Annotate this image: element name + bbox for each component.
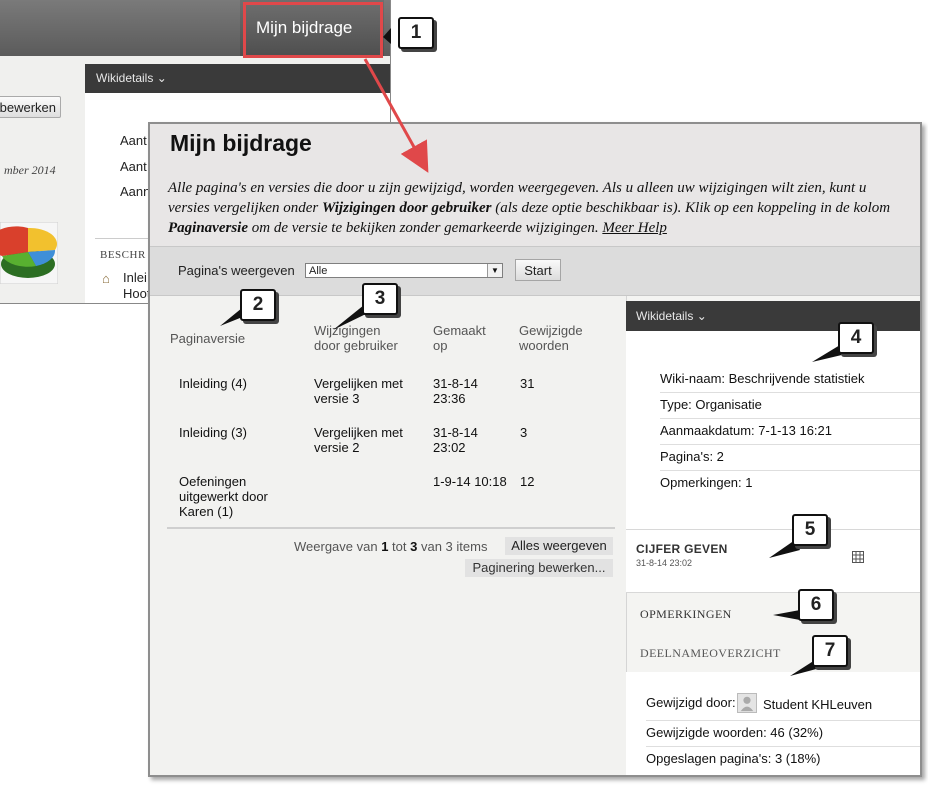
column-header-changes[interactable]: Wijzigingen door gebruiker — [314, 323, 398, 353]
page-version-link[interactable]: Oefeningen uitgewerkt door Karen (1) — [179, 474, 268, 519]
start-button[interactable]: Start — [515, 259, 561, 281]
wiki-name: Wiki-naam: Beschrijvende statistiek — [660, 366, 920, 393]
pages-filter-select[interactable]: Alle — [305, 263, 503, 278]
changed-words-count: 12 — [520, 474, 535, 489]
changed-words-count: 3 — [520, 425, 528, 440]
page-description: Alle pagina's en versies die door u zijn… — [168, 180, 891, 236]
compare-link-line: versie 3 — [314, 391, 360, 406]
created-date: 31-8-14 23:36 — [433, 376, 478, 406]
comments-heading[interactable]: OPMERKINGEN — [640, 607, 732, 622]
pagination-info: Weergave van 1 tot 3 van 3 items — [294, 539, 488, 554]
created-date-line: 23:02 — [433, 440, 466, 455]
modified-by-label: Gewijzigd door: — [646, 695, 736, 710]
callout-4: 4 — [838, 322, 874, 354]
wikidetails-toggle[interactable]: Wikidetails ⌄ — [636, 309, 707, 323]
callout-1: 1 — [398, 17, 434, 49]
column-header-changes-line: door gebruiker — [314, 338, 398, 353]
callout-6: 6 — [798, 589, 834, 621]
my-contribution-window: Mijn bijdrage Alle pagina's en versies d… — [148, 122, 922, 777]
page-version-line: Oefeningen — [179, 474, 247, 489]
edit-pagination-button[interactable]: Paginering bewerken... — [465, 559, 613, 577]
grid-icon[interactable] — [852, 551, 864, 563]
background-page-link[interactable]: Hoot — [123, 286, 150, 301]
created-date-line: 23:36 — [433, 391, 466, 406]
column-header-words-line: woorden — [519, 338, 569, 353]
column-header-made-line: op — [433, 338, 448, 353]
column-header-changes-line: Wijzigingen — [314, 323, 381, 338]
filter-label: Pagina's weergeven — [178, 263, 295, 278]
show-all-button[interactable]: Alles weergeven — [505, 537, 613, 555]
pie-chart-icon — [0, 222, 58, 284]
page-version-line: Karen (1) — [179, 504, 234, 519]
callout-2: 2 — [240, 289, 276, 321]
background-wikidetails-label[interactable]: Wikidetails ⌄ — [96, 71, 167, 85]
callout-3: 3 — [362, 283, 398, 315]
grade-date: 31-8-14 23:02 — [636, 558, 693, 568]
edit-button[interactable]: bewerken — [0, 96, 61, 118]
changed-words-count: 31 — [520, 376, 535, 391]
created-date-line: 31-8-14 — [433, 376, 478, 391]
saved-pages-summary: Opgeslagen pagina's: 3 (18%) — [646, 751, 821, 766]
page-version-line: uitgewerkt door — [179, 489, 268, 504]
page-title: Mijn bijdrage — [170, 130, 312, 156]
more-help-link[interactable]: Meer Help — [602, 220, 667, 236]
column-header-words-line: Gewijzigde — [519, 323, 583, 338]
tab-highlight — [243, 2, 383, 58]
column-header-made-line: Gemaakt — [433, 323, 486, 338]
chevron-down-icon: ⌄ — [156, 71, 167, 85]
background-detail-label: Aann — [120, 184, 151, 199]
table-divider — [167, 527, 615, 529]
compare-link-line: versie 2 — [314, 440, 360, 455]
page-version-link[interactable]: Inleiding (3) — [179, 425, 247, 440]
callout-7: 7 — [812, 635, 848, 667]
grade-title[interactable]: CIJFER GEVEN — [636, 542, 728, 556]
column-header-made-on[interactable]: Gemaakt op — [433, 323, 486, 353]
background-description-heading: BESCHR — [100, 249, 146, 261]
background-detail-label: Aant — [120, 133, 147, 148]
wiki-type: Type: Organisatie — [660, 392, 920, 419]
avatar — [737, 693, 757, 713]
background-detail-label: Aant — [120, 159, 147, 174]
column-header-version[interactable]: Paginaversie — [170, 331, 245, 346]
changed-words-summary: Gewijzigde woorden: 46 (32%) — [646, 722, 920, 747]
dropdown-arrow-icon[interactable]: ▼ — [487, 264, 502, 277]
created-date-line: 31-8-14 — [433, 425, 478, 440]
wiki-pages: Pagina's: 2 — [660, 444, 920, 471]
participation-overview-heading[interactable]: DEELNAMEOVERZICHT — [640, 646, 781, 661]
modified-by-user: Student KHLeuven — [763, 697, 873, 712]
callout-5: 5 — [792, 514, 828, 546]
background-date: mber 2014 — [4, 163, 56, 177]
wiki-created: Aanmaakdatum: 7-1-13 16:21 — [660, 418, 920, 445]
column-header-changed-words[interactable]: Gewijzigde woorden — [519, 323, 583, 353]
page-version-link[interactable]: Inleiding (4) — [179, 376, 247, 391]
compare-link[interactable]: Vergelijken met versie 3 — [314, 376, 403, 406]
background-page-link[interactable]: Inlei — [123, 270, 147, 285]
chevron-down-icon: ⌄ — [696, 309, 707, 323]
created-date: 31-8-14 23:02 — [433, 425, 478, 455]
home-icon: ⌂ — [102, 271, 110, 286]
compare-link[interactable]: Vergelijken met versie 2 — [314, 425, 403, 455]
compare-link-line: Vergelijken met — [314, 376, 403, 391]
compare-link-line: Vergelijken met — [314, 425, 403, 440]
wiki-comments: Opmerkingen: 1 — [660, 475, 753, 490]
created-date: 1-9-14 10:18 — [433, 474, 507, 489]
